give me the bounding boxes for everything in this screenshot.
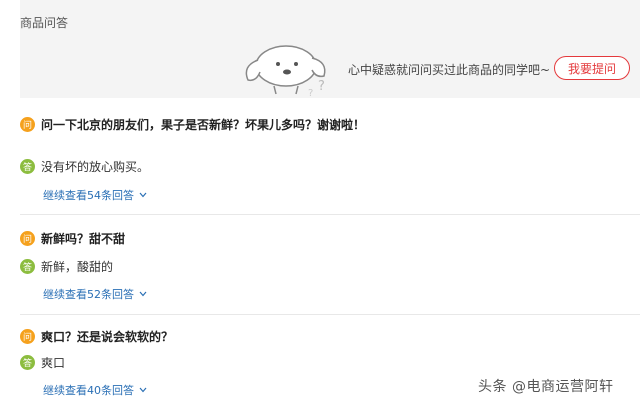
watermark: 头条 @电商运营阿轩 [478,379,614,395]
question-icon: 问 [20,231,35,246]
mascot-illustration: ? ? [245,45,326,98]
answer-row: 答 新鲜，酸甜的 [20,258,113,275]
question-text: 爽口？还是说会软软的？ [41,330,174,344]
question-text: 新鲜吗？甜不甜 [41,232,126,246]
answer-icon: 答 [20,159,35,174]
view-more-label: 继续查看40条回答 [43,384,134,397]
divider [20,214,640,215]
qa-header: 商品问答 ? ? 心中疑惑就问问买过此商品的同学吧~ 我要提问 [20,0,640,98]
ask-question-button[interactable]: 我要提问 [554,56,630,80]
question-row: 问 问一下北京的朋友们，果子是否新鲜？坏果儿多吗？谢谢啦！ [20,116,365,133]
svg-text:?: ? [318,79,325,94]
question-icon: 问 [20,117,35,132]
question-row: 问 爽口？还是说会软软的？ [20,328,173,345]
divider [20,314,640,315]
chevron-down-icon [139,291,147,297]
view-more-answers-link[interactable]: 继续查看52条回答 [43,286,148,302]
question-icon: 问 [20,329,35,344]
answer-icon: 答 [20,259,35,274]
chevron-down-icon [139,192,147,198]
answer-row: 答 爽口 [20,354,65,371]
svg-text:?: ? [308,88,313,98]
question-text: 问一下北京的朋友们，果子是否新鲜？坏果儿多吗？谢谢啦！ [41,118,366,132]
view-more-label: 继续查看54条回答 [43,189,134,202]
view-more-label: 继续查看52条回答 [43,288,134,301]
answer-text: 爽口 [41,356,66,370]
answer-text: 新鲜，酸甜的 [41,260,114,274]
chevron-down-icon [139,387,147,393]
answer-row: 答 没有坏的放心购买。 [20,158,149,175]
ask-prompt-text: 心中疑惑就问问买过此商品的同学吧~ [348,63,551,77]
section-title: 商品问答 [20,16,69,30]
answer-icon: 答 [20,355,35,370]
answer-text: 没有坏的放心购买。 [41,160,150,174]
question-row: 问 新鲜吗？甜不甜 [20,230,125,247]
view-more-answers-link[interactable]: 继续查看40条回答 [43,382,148,398]
view-more-answers-link[interactable]: 继续查看54条回答 [43,187,148,203]
